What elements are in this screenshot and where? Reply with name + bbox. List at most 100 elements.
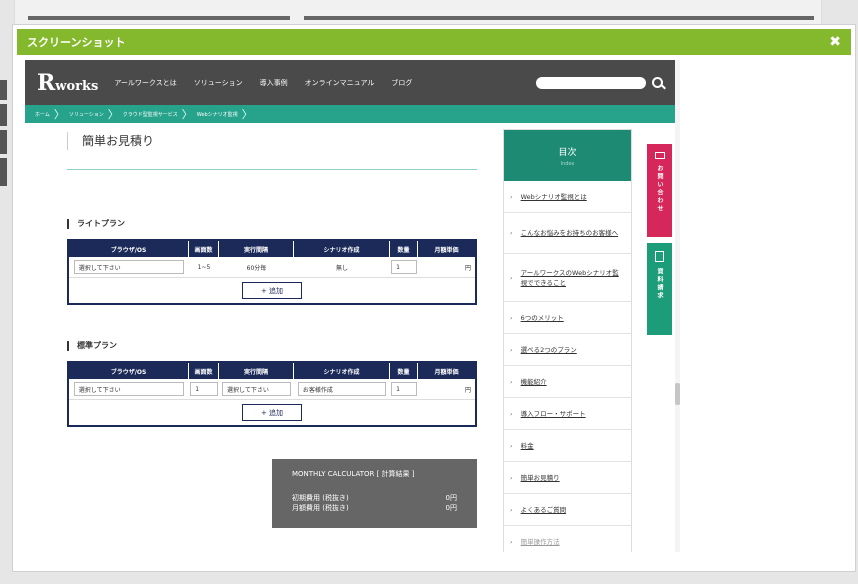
browser-select[interactable]: 選択して下さい — [73, 382, 185, 396]
search-input[interactable] — [536, 76, 646, 89]
add-button[interactable]: + 追加 — [242, 282, 302, 299]
breadcrumb-separator-icon: 〉 — [181, 108, 193, 121]
toc-item[interactable]: › 簡単操作方法 — [504, 526, 631, 552]
monthly-cost-value: 0円 — [445, 504, 457, 512]
add-button[interactable]: + 追加 — [242, 404, 302, 421]
header-browser: ブラウザ/OS — [69, 363, 189, 379]
contact-tab[interactable]: お問い合わせ — [647, 144, 672, 237]
contact-label: お問い合わせ — [656, 165, 663, 213]
site-nav: R works アールワークスとは ソリューション 導入事例 オンラインマニュア… — [25, 60, 675, 105]
standard-plan-table: ブラウザ/OS 画面数 実行間隔 シナリオ作成 数量 月額単価 選択して下さい … — [67, 361, 477, 427]
screens-input[interactable]: 1 — [190, 382, 218, 396]
screens-value: 1~5 — [197, 263, 211, 271]
close-icon[interactable]: ✖ — [829, 35, 841, 49]
docs-label: 資料請求 — [656, 268, 663, 300]
toc-subtitle: Index — [560, 160, 575, 167]
logo[interactable]: R works — [37, 70, 98, 96]
background-strip — [28, 16, 290, 20]
toc-item[interactable]: › Webシナリオ監視とは — [504, 181, 631, 213]
logo-initial: R — [37, 69, 56, 96]
modal-header: スクリーンショット ✖ — [17, 29, 851, 55]
initial-cost-label: 初期費用 (税抜き) — [292, 494, 349, 502]
nav-item-manual[interactable]: オンラインマニュアル — [305, 78, 375, 88]
mail-icon — [654, 152, 665, 159]
background-edge — [0, 158, 7, 186]
header-scenario: シナリオ作成 — [294, 363, 390, 379]
unit-price: 円 — [464, 386, 471, 394]
monthly-calculator: MONTHLY CALCULATOR [ 計算結果 ] 初期費用 (税抜き) 0… — [272, 459, 477, 528]
scrollbar-thumb[interactable] — [675, 383, 680, 405]
nav-item-about[interactable]: アールワークスとは — [114, 78, 176, 88]
background-edge — [0, 130, 7, 154]
breadcrumb: ホーム〉 ソリューション〉 クラウド型監視サービス〉 Webシナリオ監視〉 — [25, 105, 675, 123]
toc-item[interactable]: › 6つのメリット — [504, 302, 631, 334]
background-edge — [0, 80, 7, 100]
scenario-value: 無し — [335, 264, 348, 272]
background-edge — [0, 104, 7, 126]
breadcrumb-current: Webシナリオ監視 — [196, 111, 238, 118]
toc-item[interactable]: › アールワークスのWebシナリオ監視でできること — [504, 254, 631, 302]
toc-item[interactable]: › よくあるご質問 — [504, 494, 631, 526]
toc-item[interactable]: › 簡単お見積り — [504, 462, 631, 494]
interval-select[interactable]: 選択して下さい — [222, 382, 291, 396]
header-qty: 数量 — [390, 241, 418, 257]
header-interval: 実行間隔 — [219, 241, 294, 257]
breadcrumb-cloud[interactable]: クラウド型監視サービス — [123, 111, 178, 118]
header-screens: 画面数 — [189, 241, 219, 257]
document-icon — [655, 251, 664, 262]
breadcrumb-home[interactable]: ホーム — [35, 111, 50, 118]
screenshot-frame: R works アールワークスとは ソリューション 導入事例 オンラインマニュア… — [25, 60, 675, 552]
search-icon[interactable] — [652, 77, 663, 88]
chevron-right-icon: › — [510, 473, 513, 482]
toc-item[interactable]: › 導入フロー・サポート — [504, 398, 631, 430]
toc-item[interactable]: › 機能紹介 — [504, 366, 631, 398]
qty-input[interactable]: 1 — [391, 382, 417, 396]
qty-input[interactable]: 1 — [391, 260, 417, 274]
toc-title: 目次 — [558, 147, 577, 158]
chevron-right-icon: › — [510, 409, 513, 418]
table-header: ブラウザ/OS 画面数 実行間隔 シナリオ作成 数量 月額単価 — [69, 363, 475, 379]
nav-item-solutions[interactable]: ソリューション — [194, 78, 243, 88]
chevron-right-icon: › — [510, 537, 513, 546]
frame-scrollbar[interactable] — [675, 60, 680, 552]
page-title: 簡単お見積り — [67, 132, 154, 150]
toc-header: 目次 Index — [504, 130, 631, 181]
background-strip — [304, 16, 814, 20]
scenario-select[interactable]: お客様作成 — [297, 382, 387, 396]
monthly-cost-label: 月額費用 (税抜き) — [292, 504, 349, 512]
chevron-right-icon: › — [510, 313, 513, 322]
calculator-title: MONTHLY CALCULATOR [ 計算結果 ] — [292, 470, 415, 478]
table-row: 選択して下さい 1~5 60分毎 無し 1 円 — [69, 257, 475, 278]
header-unit-price: 月額単価 — [434, 246, 459, 254]
chevron-right-icon: › — [510, 505, 513, 514]
standard-plan-title: 標準プラン — [67, 341, 117, 351]
light-plan-table: ブラウザ/OS 画面数 実行間隔 シナリオ作成 数量 月額単価 選択して下さい … — [67, 239, 477, 305]
header-qty: 数量 — [390, 363, 418, 379]
toc-item[interactable]: › 料金 — [504, 430, 631, 462]
chevron-right-icon: › — [510, 345, 513, 354]
table-header: ブラウザ/OS 画面数 実行間隔 シナリオ作成 数量 月額単価 — [69, 241, 475, 257]
breadcrumb-separator-icon: 〉 — [53, 108, 65, 121]
header-interval: 実行間隔 — [219, 363, 294, 379]
nav-item-cases[interactable]: 導入事例 — [260, 78, 288, 88]
screenshot-modal: スクリーンショット ✖ R works アールワークスとは ソリューション 導入… — [12, 24, 856, 572]
page-content: 簡単お見積り ライトプラン ブラウザ/OS 画面数 実行間隔 シナリオ作成 数量… — [25, 123, 675, 552]
logo-text: works — [55, 78, 99, 94]
chevron-right-icon: › — [510, 441, 513, 450]
header-scenario: シナリオ作成 — [294, 241, 390, 257]
breadcrumb-separator-icon: 〉 — [107, 108, 119, 121]
header-browser: ブラウザ/OS — [69, 241, 189, 257]
chevron-right-icon: › — [510, 229, 513, 237]
light-plan-title: ライトプラン — [67, 219, 125, 229]
toc-item[interactable]: › こんなお悩みをお持ちのお客様へ — [504, 213, 631, 254]
search — [536, 76, 663, 89]
browser-select[interactable]: 選択して下さい — [73, 260, 185, 274]
nav-item-blog[interactable]: ブログ — [391, 78, 412, 88]
header-screens: 画面数 — [189, 363, 219, 379]
interval-value: 60分毎 — [246, 264, 267, 272]
docs-tab[interactable]: 資料請求 — [647, 243, 672, 335]
toc-item[interactable]: › 選べる2つのプラン — [504, 334, 631, 366]
breadcrumb-solutions[interactable]: ソリューション — [69, 111, 104, 118]
initial-cost-value: 0円 — [445, 494, 457, 502]
chevron-right-icon: › — [510, 377, 513, 386]
